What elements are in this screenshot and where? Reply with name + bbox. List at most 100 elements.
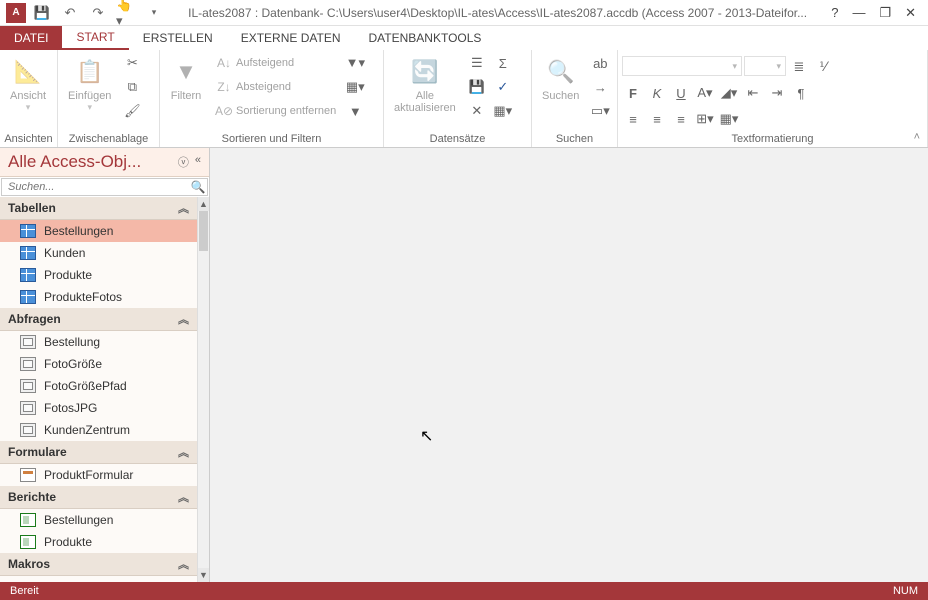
italic-icon[interactable]: K xyxy=(646,82,668,104)
select-icon[interactable]: ▭▾ xyxy=(589,100,611,122)
cat-berichte[interactable]: Berichte︽ xyxy=(0,486,197,509)
query-icon xyxy=(20,401,36,415)
text-direction-icon[interactable]: ¶ xyxy=(790,82,812,104)
filtern-button[interactable]: ▼ Filtern xyxy=(164,52,208,106)
alt-row-color-icon[interactable]: ▦▾ xyxy=(718,108,740,130)
query-item-kundenzentrum[interactable]: KundenZentrum xyxy=(0,419,197,441)
font-size-select[interactable]: ▾ xyxy=(744,56,786,76)
numbering-icon[interactable]: ⅟ xyxy=(812,56,834,78)
item-label: Kunden xyxy=(44,246,85,260)
paste-icon: 📋 xyxy=(74,56,106,88)
restore-icon[interactable]: ❐ xyxy=(879,5,891,21)
query-item-fotogroesse[interactable]: FotoGröße xyxy=(0,353,197,375)
query-item-fotosjpg[interactable]: FotosJPG xyxy=(0,397,197,419)
increase-indent-icon[interactable]: ⇥ xyxy=(766,82,788,104)
query-item-bestellung[interactable]: Bestellung xyxy=(0,331,197,353)
window-title: IL-ates2087 : Datenbank- C:\Users\user4\… xyxy=(164,6,831,20)
table-item-kunden[interactable]: Kunden xyxy=(0,242,197,264)
replace-icon[interactable]: ab xyxy=(589,52,611,74)
close-icon[interactable]: ✕ xyxy=(905,5,916,21)
tab-erstellen[interactable]: ERSTELLEN xyxy=(129,26,227,50)
cat-formulare[interactable]: Formulare︽ xyxy=(0,441,197,464)
qat-customize-icon[interactable]: ▾ xyxy=(144,3,164,23)
ansicht-button[interactable]: 📐 Ansicht ▾ xyxy=(4,52,52,117)
title-bar: A 💾 ↶ ↷ 👆▾ ▾ IL-ates2087 : Datenbank- C:… xyxy=(0,0,928,26)
absteigend-button[interactable]: Z↓Absteigend xyxy=(212,76,340,98)
align-right-icon[interactable]: ≡ xyxy=(670,108,692,130)
scroll-up-icon[interactable]: ▲ xyxy=(198,197,209,211)
selection-filter-icon[interactable]: ▼▾ xyxy=(344,52,366,74)
nav-header[interactable]: Alle Access-Obj... ⓥ « xyxy=(0,148,209,177)
report-item-bestellungen[interactable]: Bestellungen xyxy=(0,509,197,531)
einfuegen-button[interactable]: 📋 Einfügen ▾ xyxy=(62,52,117,117)
ribbon: 📐 Ansicht ▾ Ansichten 📋 Einfügen ▾ ✂ ⧉ 🖌… xyxy=(0,50,928,148)
chevron-up-icon: ︽ xyxy=(178,556,189,572)
table-item-bestellungen[interactable]: Bestellungen xyxy=(0,220,197,242)
save-record-icon[interactable]: 💾 xyxy=(466,76,488,98)
tab-datenbanktools[interactable]: DATENBANKTOOLS xyxy=(355,26,496,50)
chevron-up-icon: ︽ xyxy=(178,444,189,460)
chevron-up-icon: ︽ xyxy=(178,200,189,216)
underline-icon[interactable]: U xyxy=(670,82,692,104)
undo-icon[interactable]: ↶ xyxy=(60,3,80,23)
decrease-indent-icon[interactable]: ⇤ xyxy=(742,82,764,104)
minimize-icon[interactable]: — xyxy=(852,5,865,21)
alle-aktualisieren-button[interactable]: 🔄 Alle aktualisieren xyxy=(388,52,462,118)
new-record-icon[interactable]: ☰ xyxy=(466,52,488,74)
scroll-down-icon[interactable]: ▼ xyxy=(198,568,209,582)
touch-mode-icon[interactable]: 👆▾ xyxy=(116,3,136,23)
align-center-icon[interactable]: ≡ xyxy=(646,108,668,130)
cat-abfragen[interactable]: Abfragen︽ xyxy=(0,308,197,331)
item-label: KundenZentrum xyxy=(44,423,130,437)
save-icon[interactable]: 💾 xyxy=(32,3,52,23)
chevron-up-icon: ︽ xyxy=(178,489,189,505)
aufsteigend-button[interactable]: A↓Aufsteigend xyxy=(212,52,340,74)
bullets-icon[interactable]: ≣ xyxy=(788,56,810,78)
gridlines-icon[interactable]: ⊞▾ xyxy=(694,108,716,130)
item-label: Bestellungen xyxy=(44,513,113,527)
form-item-produktformular[interactable]: ProduktFormular xyxy=(0,464,197,486)
form-icon xyxy=(20,468,36,482)
redo-icon[interactable]: ↷ xyxy=(88,3,108,23)
bold-icon[interactable]: F xyxy=(622,82,644,104)
collapse-ribbon-icon[interactable]: ˄ xyxy=(914,131,920,143)
group-textfmt-label: Textformatierung xyxy=(622,131,923,147)
item-label: FotosJPG xyxy=(44,401,97,415)
tab-start[interactable]: START xyxy=(62,26,128,50)
advanced-filter-icon[interactable]: ▦▾ xyxy=(344,76,366,98)
copy-icon[interactable]: ⧉ xyxy=(121,76,143,98)
table-item-produktefotos[interactable]: ProdukteFotos xyxy=(0,286,197,308)
font-family-select[interactable]: ▾ xyxy=(622,56,742,76)
totals-icon[interactable]: Σ xyxy=(492,52,514,74)
delete-record-icon[interactable]: ✕ xyxy=(466,100,488,122)
table-item-produkte[interactable]: Produkte xyxy=(0,264,197,286)
align-left-icon[interactable]: ≡ xyxy=(622,108,644,130)
query-item-fotogroessepfad[interactable]: FotoGrößePfad xyxy=(0,375,197,397)
nav-collapse-icon[interactable]: « xyxy=(195,154,201,170)
goto-icon[interactable]: → xyxy=(589,76,611,98)
toggle-filter-icon[interactable]: ▼ xyxy=(344,100,366,122)
cut-icon[interactable]: ✂ xyxy=(121,52,143,74)
scroll-thumb[interactable] xyxy=(199,211,208,251)
font-color-icon[interactable]: A▾ xyxy=(694,82,716,104)
query-icon xyxy=(20,379,36,393)
format-painter-icon[interactable]: 🖌 xyxy=(121,100,143,122)
nav-search-input[interactable] xyxy=(2,179,189,195)
help-icon[interactable]: ? xyxy=(831,5,838,21)
report-item-produkte[interactable]: Produkte xyxy=(0,531,197,553)
fill-color-icon[interactable]: ◢▾ xyxy=(718,82,740,104)
suchen-button[interactable]: 🔍 Suchen xyxy=(536,52,585,106)
nav-scrollbar[interactable]: ▲ ▼ xyxy=(197,197,209,582)
filter-icon: ▼ xyxy=(170,56,202,88)
sortierung-entfernen-button[interactable]: A⊘Sortierung entfernen xyxy=(212,100,340,122)
nav-dropdown-icon[interactable]: ⓥ xyxy=(178,154,189,170)
tab-datei[interactable]: DATEI xyxy=(0,26,62,50)
item-label: Bestellung xyxy=(44,335,100,349)
spelling-icon[interactable]: ✓ xyxy=(492,76,514,98)
cat-makros[interactable]: Makros︽ xyxy=(0,553,197,576)
tab-externe-daten[interactable]: EXTERNE DATEN xyxy=(227,26,355,50)
cat-tabellen[interactable]: Tabellen︽ xyxy=(0,197,197,220)
more-records-icon[interactable]: ▦▾ xyxy=(492,100,514,122)
workspace: Alle Access-Obj... ⓥ « 🔍 Tabellen︽ Beste… xyxy=(0,148,928,582)
search-icon[interactable]: 🔍 xyxy=(189,180,207,194)
